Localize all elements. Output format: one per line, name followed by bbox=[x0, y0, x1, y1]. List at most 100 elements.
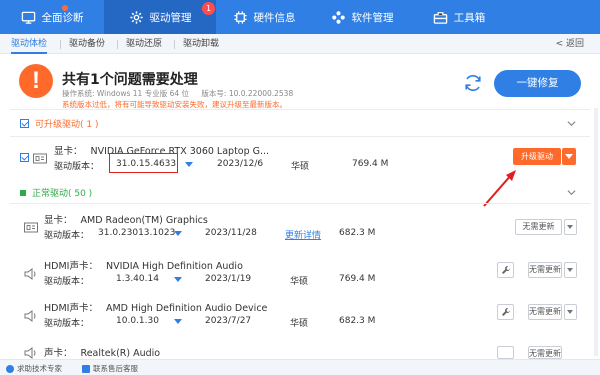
no-update-button: 无需更新 bbox=[528, 304, 562, 320]
chip-icon bbox=[233, 10, 247, 24]
wrench-icon bbox=[502, 308, 510, 316]
driver-vendor: 华硕 bbox=[291, 162, 310, 172]
tab-label: 工具箱 bbox=[453, 11, 486, 24]
driver-name: 显卡： AMD Radeon(TM) Graphics bbox=[44, 212, 208, 226]
driver-version: 31.0.23013.1023 bbox=[98, 228, 176, 238]
tab-label: 硬件信息 bbox=[253, 11, 296, 24]
chevron-down-icon[interactable] bbox=[567, 188, 576, 197]
divider bbox=[10, 136, 590, 137]
warning-icon: ! bbox=[19, 64, 53, 98]
subtab-driver-restore[interactable]: 驱动还原 bbox=[126, 34, 162, 54]
footer: 求助技术专家 联系售后客服 bbox=[0, 359, 600, 375]
driver-version-label: 驱动版本： bbox=[44, 277, 90, 287]
upgrade-dropdown-button[interactable] bbox=[562, 148, 576, 165]
driver-size: 682.3 M bbox=[339, 228, 376, 238]
speaker-icon bbox=[24, 310, 36, 322]
section-checkbox[interactable] bbox=[20, 119, 29, 128]
tab-full-diagnosis[interactable]: 全面诊断 bbox=[0, 0, 104, 34]
driver-size: 769.4 M bbox=[339, 274, 376, 284]
highlight-box bbox=[109, 153, 178, 173]
help-expert-link[interactable]: 求助技术专家 bbox=[6, 363, 62, 374]
tab-label: 全面诊断 bbox=[41, 11, 84, 24]
driver-version: 1.3.40.14 bbox=[116, 274, 159, 284]
driver-type: 显卡： bbox=[44, 215, 73, 226]
gpu-icon bbox=[24, 222, 38, 233]
headset-icon bbox=[6, 364, 14, 373]
divider bbox=[10, 109, 590, 110]
divider bbox=[117, 40, 118, 49]
status-square-icon bbox=[20, 189, 26, 196]
driver-model: Realtek(R) Audio bbox=[80, 348, 161, 359]
section-upgradable[interactable]: 可升级驱动( 1 ) bbox=[20, 117, 98, 130]
driver-name: HDMI声卡： NVIDIA High Definition Audio bbox=[44, 258, 243, 272]
driver-version-label: 驱动版本： bbox=[54, 162, 100, 172]
chevron-down-icon[interactable] bbox=[567, 119, 576, 128]
wrench-icon bbox=[502, 266, 510, 274]
page-title: 共有1个问题需要处理 bbox=[62, 72, 198, 88]
refresh-icon[interactable] bbox=[462, 72, 484, 94]
no-update-button: 无需更新 bbox=[528, 346, 562, 359]
notification-dot bbox=[62, 5, 68, 11]
section-label: 可升级驱动( 1 ) bbox=[35, 120, 99, 130]
tab-hardware-info[interactable]: 硬件信息 bbox=[216, 0, 312, 34]
divider bbox=[174, 40, 175, 49]
driver-model: AMD High Definition Audio Device bbox=[105, 303, 268, 314]
version-dropdown-icon[interactable] bbox=[185, 162, 193, 167]
driver-vendor: 华硕 bbox=[290, 319, 309, 329]
driver-type: HDMI声卡： bbox=[44, 261, 98, 272]
divider bbox=[10, 203, 590, 204]
no-update-button: 无需更新 bbox=[528, 262, 562, 278]
back-link[interactable]: < 返回 bbox=[556, 34, 584, 54]
gpu-icon bbox=[33, 153, 47, 164]
tab-toolbox[interactable]: 工具箱 bbox=[412, 0, 506, 34]
row-dropdown-button[interactable] bbox=[564, 304, 577, 320]
driver-version-label: 驱动版本： bbox=[44, 231, 90, 241]
version-dropdown-icon[interactable] bbox=[174, 319, 182, 324]
driver-vendor: 华硕 bbox=[290, 277, 309, 287]
no-update-button: 无需更新 bbox=[515, 219, 562, 235]
one-click-fix-button[interactable]: 一键修复 bbox=[494, 70, 581, 97]
service-label: 联系售后客服 bbox=[93, 364, 138, 373]
toolbox-icon bbox=[433, 11, 447, 24]
tab-badge: 1 bbox=[202, 2, 215, 15]
section-normal[interactable]: 正常驱动( 50 ) bbox=[20, 186, 92, 199]
driver-model: AMD Radeon(TM) Graphics bbox=[80, 215, 208, 226]
driver-name: 声卡： Realtek(R) Audio bbox=[44, 345, 160, 359]
driver-row-amd-gpu: 显卡： AMD Radeon(TM) Graphics 驱动版本： 31.0.23… bbox=[0, 208, 600, 248]
help-label: 求助技术专家 bbox=[17, 364, 62, 373]
tab-software-management[interactable]: 软件管理 bbox=[312, 0, 412, 34]
driver-date: 2023/12/6 bbox=[217, 159, 264, 169]
monitor-icon bbox=[21, 11, 35, 24]
version-dropdown-icon[interactable] bbox=[174, 231, 182, 236]
subtab-driver-backup[interactable]: 驱动备份 bbox=[69, 34, 105, 54]
driver-date: 2023/1/19 bbox=[205, 274, 252, 284]
subtab-driver-uninstall[interactable]: 驱动卸载 bbox=[183, 34, 219, 54]
subtab-driver-check[interactable]: 驱动体检 bbox=[11, 34, 48, 54]
repair-button[interactable] bbox=[497, 304, 514, 320]
row-dropdown-button[interactable] bbox=[564, 219, 577, 235]
driver-type: HDMI声卡： bbox=[44, 303, 98, 314]
contact-service-link[interactable]: 联系售后客服 bbox=[82, 363, 138, 374]
row-checkbox[interactable] bbox=[20, 153, 29, 162]
divider bbox=[60, 40, 61, 49]
repair-button[interactable] bbox=[497, 262, 514, 278]
system-info: 操作系统: Windows 11 专业版 64 位 版本号: 10.0.2200… bbox=[62, 88, 303, 99]
driver-type: 显卡： bbox=[54, 146, 83, 157]
repair-button[interactable] bbox=[497, 346, 514, 359]
driver-version: 10.0.1.30 bbox=[116, 316, 159, 326]
scrollbar[interactable] bbox=[594, 108, 598, 356]
speaker-icon bbox=[24, 347, 36, 359]
apps-icon bbox=[331, 10, 345, 24]
tab-driver-management[interactable]: 驱动管理 1 bbox=[104, 0, 216, 34]
driver-name: HDMI声卡： AMD High Definition Audio Device bbox=[44, 300, 267, 314]
speaker-icon bbox=[24, 268, 36, 280]
row-dropdown-button[interactable] bbox=[564, 262, 577, 278]
update-details-link[interactable]: 更新详情 bbox=[285, 228, 321, 241]
tab-label: 驱动管理 bbox=[149, 11, 192, 24]
top-nav: 全面诊断 驱动管理 1 硬件信息 软件管理 工具箱 bbox=[0, 0, 600, 34]
version-dropdown-icon[interactable] bbox=[174, 277, 182, 282]
gear-icon bbox=[129, 10, 143, 24]
upgrade-driver-button[interactable]: 升级驱动 bbox=[513, 148, 561, 165]
driver-date: 2023/11/28 bbox=[205, 228, 257, 238]
driver-model: NVIDIA High Definition Audio bbox=[105, 261, 243, 272]
